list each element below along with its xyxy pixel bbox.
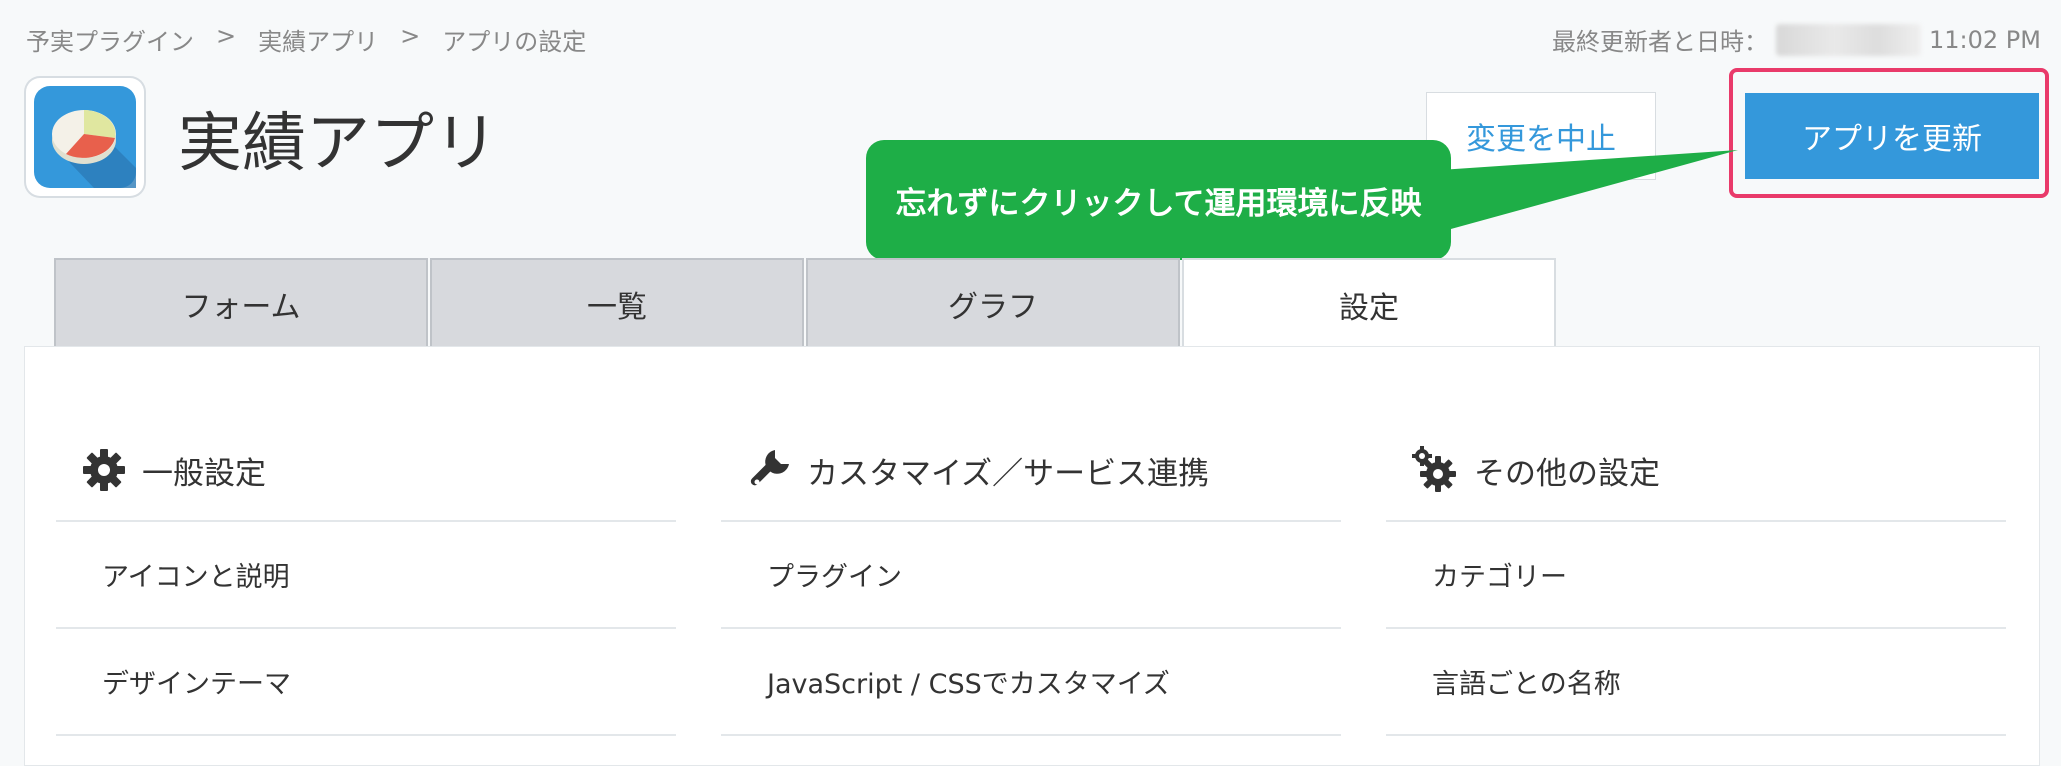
tab-form[interactable]: フォーム bbox=[54, 258, 428, 348]
settings-link-plugins[interactable]: プラグイン bbox=[721, 522, 1341, 629]
settings-link-design-theme[interactable]: デザインテーマ bbox=[56, 629, 676, 736]
general-settings-section: 一般設定 アイコンと説明 デザインテーマ bbox=[56, 420, 676, 736]
breadcrumb-item-settings: アプリの設定 bbox=[442, 28, 587, 56]
customize-header: カスタマイズ／サービス連携 bbox=[721, 420, 1341, 522]
settings-link-language-names[interactable]: 言語ごとの名称 bbox=[1386, 629, 2006, 736]
general-settings-title: 一般設定 bbox=[142, 455, 266, 492]
tab-graph[interactable]: グラフ bbox=[806, 258, 1180, 348]
tab-list[interactable]: 一覧 bbox=[430, 258, 804, 348]
wrench-icon bbox=[750, 450, 789, 486]
other-settings-header: その他の設定 bbox=[1386, 420, 2006, 522]
tab-bar: フォーム 一覧 グラフ 設定 bbox=[54, 258, 1558, 350]
breadcrumb: 予実プラグイン > 実績アプリ > アプリの設定 bbox=[26, 22, 586, 57]
gear-icon bbox=[83, 449, 125, 491]
breadcrumb-separator: > bbox=[216, 22, 237, 50]
app-title: 実績アプリ bbox=[178, 107, 498, 181]
breadcrumb-separator: > bbox=[400, 22, 421, 50]
breadcrumb-item-app[interactable]: 実績アプリ bbox=[258, 22, 378, 57]
other-settings-section: その他の設定 カテゴリー 言語ごとの名称 bbox=[1386, 420, 2006, 736]
customize-title: カスタマイズ／サービス連携 bbox=[807, 455, 1210, 492]
tab-settings[interactable]: 設定 bbox=[1182, 258, 1556, 350]
customize-section: カスタマイズ／サービス連携 プラグイン JavaScript / CSSでカスタ… bbox=[721, 420, 1341, 736]
other-settings-title: その他の設定 bbox=[1474, 455, 1660, 492]
cancel-button[interactable]: 変更を中止 bbox=[1426, 92, 1656, 180]
settings-link-js-css[interactable]: JavaScript / CSSでカスタマイズ bbox=[721, 629, 1341, 736]
app-icon bbox=[26, 78, 144, 196]
callout-tooltip: 忘れずにクリックして運用環境に反映 bbox=[866, 140, 1451, 260]
gears-icon bbox=[1412, 446, 1456, 492]
pie-chart-icon bbox=[34, 86, 136, 188]
last-modified-time: 11:02 PM bbox=[1929, 25, 2041, 54]
update-app-button[interactable]: アプリを更新 bbox=[1745, 93, 2039, 179]
settings-link-icon-description[interactable]: アイコンと説明 bbox=[56, 522, 676, 629]
last-modified: 最終更新者と日時： 11:02 PM bbox=[1552, 22, 2041, 57]
last-modified-label: 最終更新者と日時： bbox=[1552, 28, 1769, 56]
settings-link-categories[interactable]: カテゴリー bbox=[1386, 522, 2006, 629]
blurred-user-name bbox=[1776, 23, 1922, 56]
general-settings-header: 一般設定 bbox=[56, 420, 676, 522]
breadcrumb-item-plugin[interactable]: 予実プラグイン bbox=[26, 22, 194, 57]
